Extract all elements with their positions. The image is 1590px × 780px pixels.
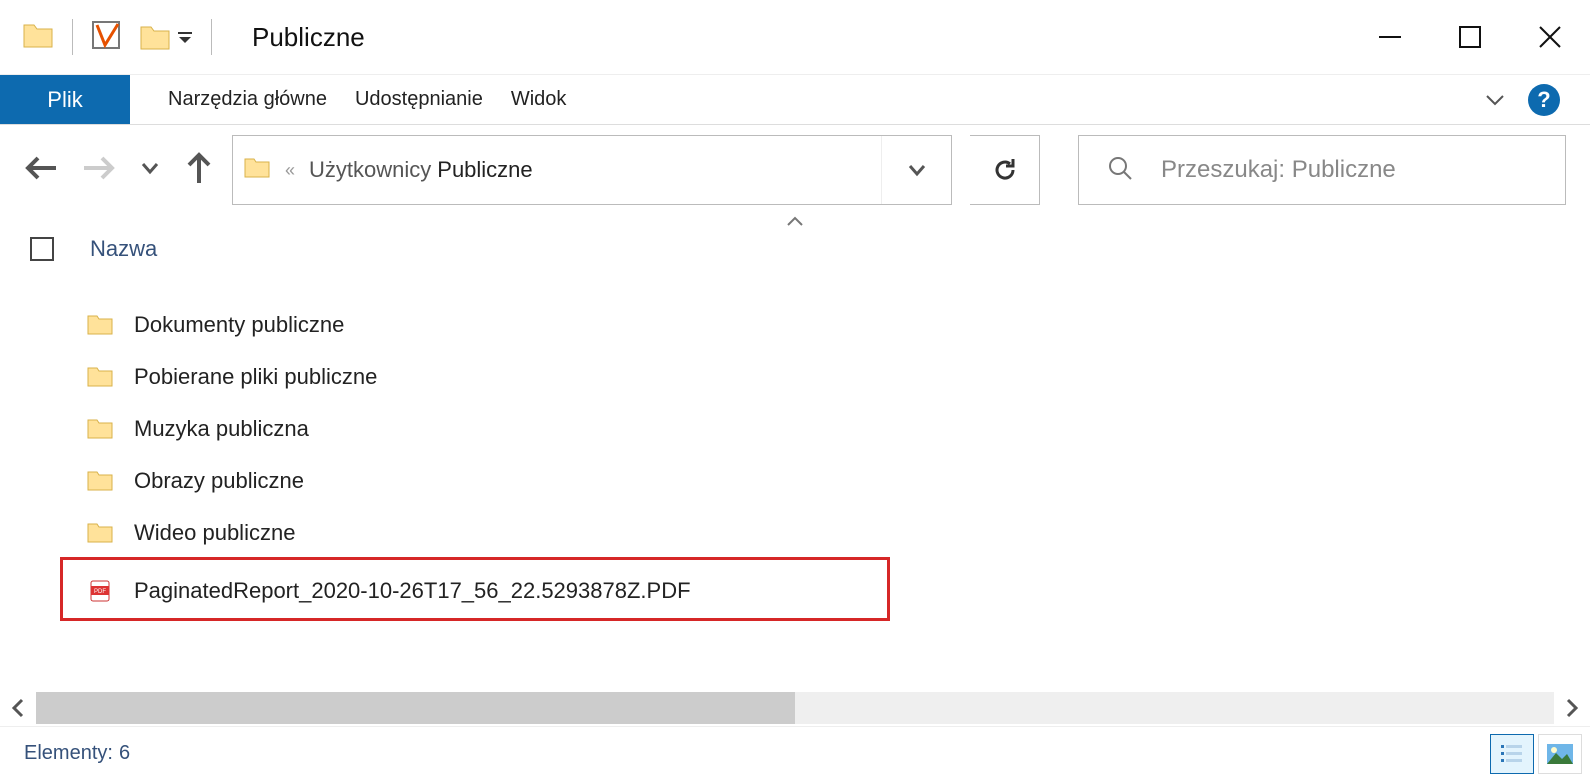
separator [211,19,212,55]
list-item[interactable]: Dokumenty publiczne [84,299,1590,351]
column-header: Nazwa [0,229,1590,269]
folder-icon [84,469,116,493]
back-button[interactable] [24,153,58,188]
file-list: Dokumenty publiczne Pobierane pliki publ… [0,269,1590,623]
navigation-bar: « Użytkownicy Publiczne [0,125,1590,215]
details-view-button[interactable] [1490,734,1534,774]
tab-home[interactable]: Narzędzia główne [130,75,341,124]
status-items-label: Elementy: [24,742,113,765]
folder-icon [84,417,116,441]
view-switcher [1490,734,1590,774]
breadcrumb-separator: « [285,160,295,181]
title-bar: Publiczne [0,0,1590,75]
search-input[interactable] [1161,156,1565,184]
item-name: Muzyka publiczna [134,416,309,442]
breadcrumb-dropdown[interactable] [881,136,951,204]
status-bar: Elementy: 6 [0,726,1590,780]
scroll-track[interactable] [36,692,1554,724]
breadcrumb-current[interactable]: Publiczne [437,157,532,183]
help-icon: ? [1537,87,1550,113]
list-item[interactable]: Pobierane pliki publiczne [84,351,1590,403]
folder-icon [243,156,271,185]
item-name: Obrazy publiczne [134,468,304,494]
history-dropdown[interactable] [140,158,160,183]
help-button[interactable]: ? [1528,84,1560,116]
tab-file[interactable]: Plik [0,75,130,124]
checkbox-icon[interactable] [91,20,121,55]
address-bar[interactable]: « Użytkownicy Publiczne [232,135,952,205]
scroll-right-button[interactable] [1554,690,1590,726]
select-all-checkbox[interactable] [30,237,54,261]
list-item[interactable]: Wideo publiczne [84,507,1590,559]
item-name: Wideo publiczne [134,520,295,546]
folder-icon [84,365,116,389]
tab-view[interactable]: Widok [497,75,581,124]
search-bar[interactable] [1078,135,1566,205]
status-items-count: 6 [119,742,130,765]
separator [72,19,73,55]
window-title: Publiczne [252,22,365,53]
scroll-left-button[interactable] [0,690,36,726]
folder-icon [84,313,116,337]
item-name: Pobierane pliki publiczne [134,364,377,390]
refresh-button[interactable] [970,135,1040,205]
minimize-button[interactable] [1350,12,1430,62]
qat-folder-dropdown[interactable] [139,23,193,51]
list-item[interactable]: Muzyka publiczna [84,403,1590,455]
column-name-header[interactable]: Nazwa [90,236,157,262]
nav-collapse-toggle[interactable] [0,215,1590,229]
search-icon [1107,155,1133,186]
close-button[interactable] [1510,12,1590,62]
ribbon-collapse-button[interactable] [1480,85,1510,115]
list-item[interactable]: Obrazy publiczne [84,455,1590,507]
breadcrumb-parent[interactable]: Użytkownicy [309,157,431,183]
maximize-button[interactable] [1430,12,1510,62]
folder-icon [22,21,54,54]
tab-share[interactable]: Udostępnianie [341,75,497,124]
thumbnails-view-button[interactable] [1538,734,1582,774]
folder-icon [84,521,116,545]
up-button[interactable] [184,151,214,190]
scroll-thumb[interactable] [36,692,795,724]
ribbon-tabs: Plik Narzędzia główne Udostępnianie Wido… [0,75,1590,125]
window-controls [1350,12,1590,62]
nav-buttons [24,151,214,190]
annotation-highlight [60,557,890,621]
title-bar-left: Publiczne [0,19,365,55]
ribbon-right: ? [1480,75,1590,124]
item-name: Dokumenty publiczne [134,312,344,338]
forward-button[interactable] [82,153,116,188]
list-item[interactable]: PDF PaginatedReport_2020-10-26T17_56_22.… [84,559,1590,623]
horizontal-scrollbar[interactable] [0,690,1590,726]
